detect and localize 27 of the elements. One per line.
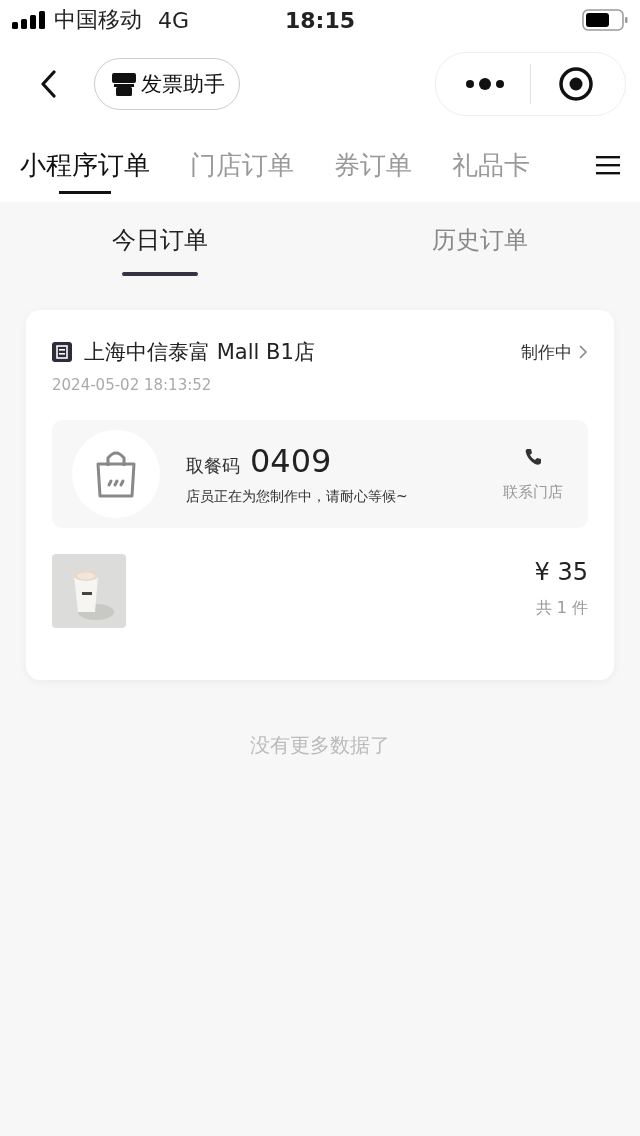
signal-icon <box>12 11 46 29</box>
bag-icon <box>72 430 160 518</box>
network-type: 4G <box>158 7 190 33</box>
order-price: ¥ 35 <box>534 558 588 586</box>
back-icon <box>40 70 56 98</box>
more-icon <box>465 77 505 91</box>
invoice-button[interactable]: 发票助手 <box>94 58 240 110</box>
status-message: 店员正在为您制作中，请耐心等候~ <box>186 488 409 506</box>
store-icon <box>52 342 72 362</box>
battery-icon <box>582 9 628 31</box>
order-tab[interactable]: 今日订单 <box>0 202 320 278</box>
pickup-code: 0409 <box>250 442 332 480</box>
category-tab[interactable]: 小程序订单 <box>20 128 150 202</box>
phone-icon <box>523 446 543 467</box>
order-time: 2024-05-02 18:13:52 <box>52 376 213 394</box>
pickup-label: 取餐码 <box>186 454 240 478</box>
printer-icon <box>111 71 137 97</box>
store-name: 上海中信泰富 Mall B1店 <box>84 339 315 366</box>
end-of-list-text: 没有更多数据了 <box>249 732 391 759</box>
clock-time: 18:15 <box>285 7 355 33</box>
order-card[interactable]: 上海中信泰富 Mall B1店 制作中 2024-05-02 18:13:52 取餐码 0409 店员正在为您制作中，请耐心等候~ 联系门店 ¥ 35 共 1 件 <box>26 310 614 680</box>
order-status-link[interactable]: 制作中 <box>521 340 588 364</box>
menu-icon <box>596 155 620 175</box>
close-icon <box>558 66 594 102</box>
item-count: 共 1 件 <box>534 598 588 619</box>
carrier-name: 中国移动 <box>54 6 142 34</box>
chevron-icon <box>578 344 588 360</box>
